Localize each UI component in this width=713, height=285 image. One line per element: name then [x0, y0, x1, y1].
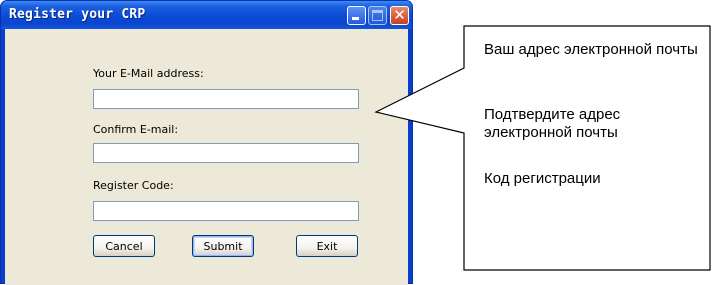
callout-email-translation: Ваш адрес электронной почты: [484, 41, 698, 58]
callout-shape: [374, 25, 711, 271]
callout-confirm-translation: Подтвердите адрес электронной почты: [484, 106, 621, 141]
callout-code-translation: Код регистрации: [484, 170, 601, 187]
